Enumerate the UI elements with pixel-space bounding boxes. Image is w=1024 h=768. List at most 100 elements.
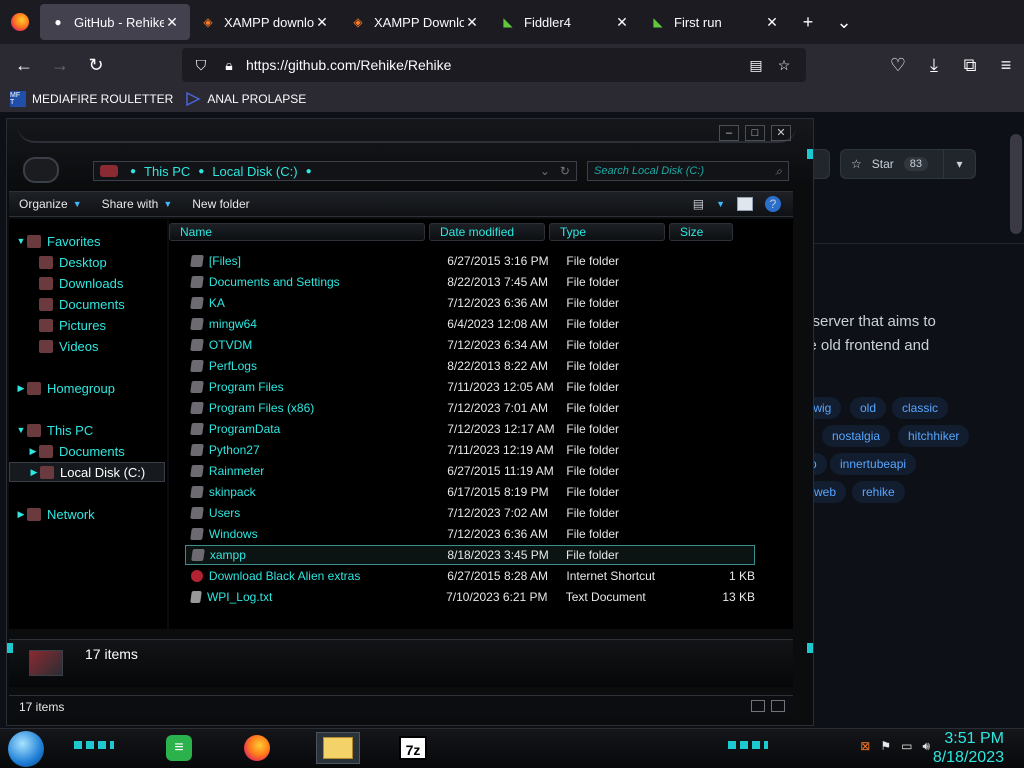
nav-item-0[interactable]: ▼ Favorites (9, 231, 165, 251)
close-tab-icon[interactable]: ✕ (464, 14, 480, 31)
firefox-menu-button[interactable] (0, 0, 40, 44)
expand-arrow-icon[interactable]: ▶ (27, 446, 39, 457)
table-row[interactable]: Download Black Alien extras 6/27/2015 8:2… (185, 566, 755, 586)
forward-button[interactable]: → (42, 47, 78, 83)
bookmark-star-icon[interactable]: ☆ (770, 57, 798, 74)
back-forward-buttons[interactable] (23, 157, 59, 183)
tab-2[interactable]: ◈ XAMPP Downloa ✕ (340, 4, 490, 40)
column-name[interactable]: Name (169, 223, 425, 241)
expand-arrow-icon[interactable]: ▼ (15, 236, 27, 246)
bookmark-anal-prolapse[interactable]: ANAL PROLAPSE (185, 91, 306, 107)
url-bar[interactable]: ⛉ 🔒︎ https://github.com/Rehike/Rehike ▤ … (182, 48, 806, 82)
topic-tag[interactable]: hitchhiker (898, 425, 970, 447)
expand-arrow-icon[interactable]: ▶ (15, 509, 27, 520)
page-scrollbar[interactable] (1010, 134, 1022, 234)
large-icons-view-icon[interactable] (771, 700, 785, 712)
nav-item-9[interactable]: ▶ Local Disk (C:) (9, 462, 165, 482)
bookmark-mediafire-rouletter[interactable]: MF T MEDIAFIRE ROULETTER (10, 91, 173, 107)
topic-tag[interactable]: innertubeapi (830, 453, 917, 475)
close-tab-icon[interactable]: ✕ (614, 14, 630, 31)
tab-1[interactable]: ◈ XAMPP downloa ✕ (190, 4, 340, 40)
back-button[interactable]: ← (6, 47, 42, 83)
column-size[interactable]: Size (669, 223, 733, 241)
table-row[interactable]: Program Files (x86) 7/12/2023 7:01 AM File… (185, 398, 755, 418)
close-tab-icon[interactable]: ✕ (314, 14, 330, 31)
table-row[interactable]: PerfLogs 8/22/2013 8:22 AM File folder (185, 356, 755, 376)
lock-icon[interactable]: 🔒︎ (218, 57, 240, 74)
organize-menu[interactable]: Organize ▼ (9, 197, 92, 211)
table-row[interactable]: Windows 7/12/2023 6:36 AM File folder (185, 524, 755, 544)
breadcrumb-separator[interactable]: ● (306, 166, 312, 177)
chevron-down-icon[interactable]: ▼ (716, 199, 725, 209)
nav-item-3[interactable]: Documents (9, 294, 165, 314)
star-button[interactable]: ☆ Star 83 ▾ (840, 149, 976, 179)
table-row[interactable]: [Files] 6/27/2015 3:16 PM File folder (185, 251, 755, 271)
table-row[interactable]: Rainmeter 6/27/2015 11:19 AM File folder (185, 461, 755, 481)
table-row[interactable]: WPI_Log.txt 7/10/2023 6:21 PM Text Documen… (185, 587, 755, 607)
view-options-icon[interactable]: ▤ (693, 197, 704, 211)
share-with-menu[interactable]: Share with ▼ (92, 197, 183, 211)
close-tab-icon[interactable]: ✕ (764, 14, 780, 31)
column-type[interactable]: Type (549, 223, 665, 241)
shield-icon[interactable]: ⛉ (190, 57, 212, 74)
table-row[interactable]: Documents and Settings 8/22/2013 7:45 AM F… (185, 272, 755, 292)
nav-item-8[interactable]: ▶ Documents (9, 441, 165, 461)
star-dropdown-button[interactable]: ▾ (943, 150, 975, 178)
nav-item-6[interactable]: ▶ Homegroup (9, 378, 165, 398)
topic-tag[interactable]: old (850, 397, 887, 419)
nav-item-2[interactable]: Downloads (9, 273, 165, 293)
maximize-button[interactable]: □ (745, 125, 765, 141)
table-row[interactable]: skinpack 6/17/2015 8:19 PM File folder (185, 482, 755, 502)
table-row[interactable]: Program Files 7/11/2023 12:05 AM File fold… (185, 377, 755, 397)
tab-4[interactable]: ◣ First run ✕ (640, 4, 790, 40)
expand-arrow-icon[interactable]: ▼ (15, 425, 27, 435)
nav-item-7[interactable]: ▼ This PC (9, 420, 165, 440)
search-input[interactable]: Search Local Disk (C:) ⌕ (587, 161, 789, 181)
breadcrumb-local-disk[interactable]: Local Disk (C:) (212, 164, 297, 179)
downloads-icon[interactable]: ⤓ (916, 47, 952, 83)
table-row[interactable]: Python27 7/11/2023 12:19 AM File folder (185, 440, 755, 460)
refresh-icon[interactable]: ⌄ ↻ (540, 164, 570, 178)
close-tab-icon[interactable]: ✕ (164, 14, 180, 31)
7zip-icon[interactable]: 7z (396, 732, 430, 764)
breadcrumb-separator[interactable]: ● (198, 166, 204, 177)
column-date-modified[interactable]: Date modified (429, 223, 545, 241)
help-icon[interactable]: ? (765, 196, 781, 212)
nav-item-10[interactable]: ▶ Network (9, 504, 165, 524)
breadcrumb-this-pc[interactable]: This PC (144, 164, 190, 179)
extensions-icon[interactable]: ⧉ (952, 47, 988, 83)
new-tab-button[interactable]: + (790, 4, 826, 40)
table-row[interactable]: KA 7/12/2023 6:36 AM File folder (185, 293, 755, 313)
search-icon[interactable]: ⌕ (775, 164, 782, 179)
details-view-icon[interactable] (751, 700, 765, 712)
tab-0[interactable]: ● GitHub - Rehike/R✕ (40, 4, 190, 40)
xampp-tray-icon[interactable]: ⊠ (860, 739, 870, 754)
nav-item-5[interactable]: Videos (9, 336, 165, 356)
close-button[interactable]: ✕ (771, 125, 791, 141)
firefox-icon[interactable] (240, 732, 274, 764)
table-row[interactable]: OTVDM 7/12/2023 6:34 AM File folder (185, 335, 755, 355)
url-text[interactable]: https://github.com/Rehike/Rehike (246, 57, 742, 73)
reload-button[interactable]: ↻ (78, 47, 114, 83)
breadcrumb-separator[interactable]: ● (130, 166, 136, 177)
reader-view-icon[interactable]: ▤ (742, 57, 770, 74)
topic-tag[interactable]: classic (892, 397, 949, 419)
topic-tag[interactable]: rehike (852, 481, 905, 503)
notification-flag-icon[interactable]: ⚑ (880, 739, 891, 754)
topic-tag[interactable]: nostalgia (822, 425, 891, 447)
menu-icon[interactable]: ≡ (988, 47, 1024, 83)
table-row[interactable]: Users 7/12/2023 7:02 AM File folder (185, 503, 755, 523)
expand-arrow-icon[interactable]: ▶ (28, 467, 40, 478)
pocket-icon[interactable]: ♡ (880, 47, 916, 83)
new-folder-button[interactable]: New folder (182, 197, 259, 211)
minimize-button[interactable]: – (719, 125, 739, 141)
expand-arrow-icon[interactable]: ▶ (15, 383, 27, 394)
address-bar[interactable]: ● This PC ● Local Disk (C:) ● ⌄ ↻ (93, 161, 577, 181)
feedly-icon[interactable]: ≡ (162, 732, 196, 764)
table-row[interactable]: mingw64 6/4/2023 12:08 AM File folder (185, 314, 755, 334)
preview-pane-icon[interactable] (737, 197, 753, 211)
table-row[interactable]: ProgramData 7/12/2023 12:17 AM File folder (185, 419, 755, 439)
file-explorer-icon[interactable] (316, 732, 360, 764)
table-row[interactable]: xampp 8/18/2023 3:45 PM File folder (185, 545, 755, 565)
nav-item-4[interactable]: Pictures (9, 315, 165, 335)
